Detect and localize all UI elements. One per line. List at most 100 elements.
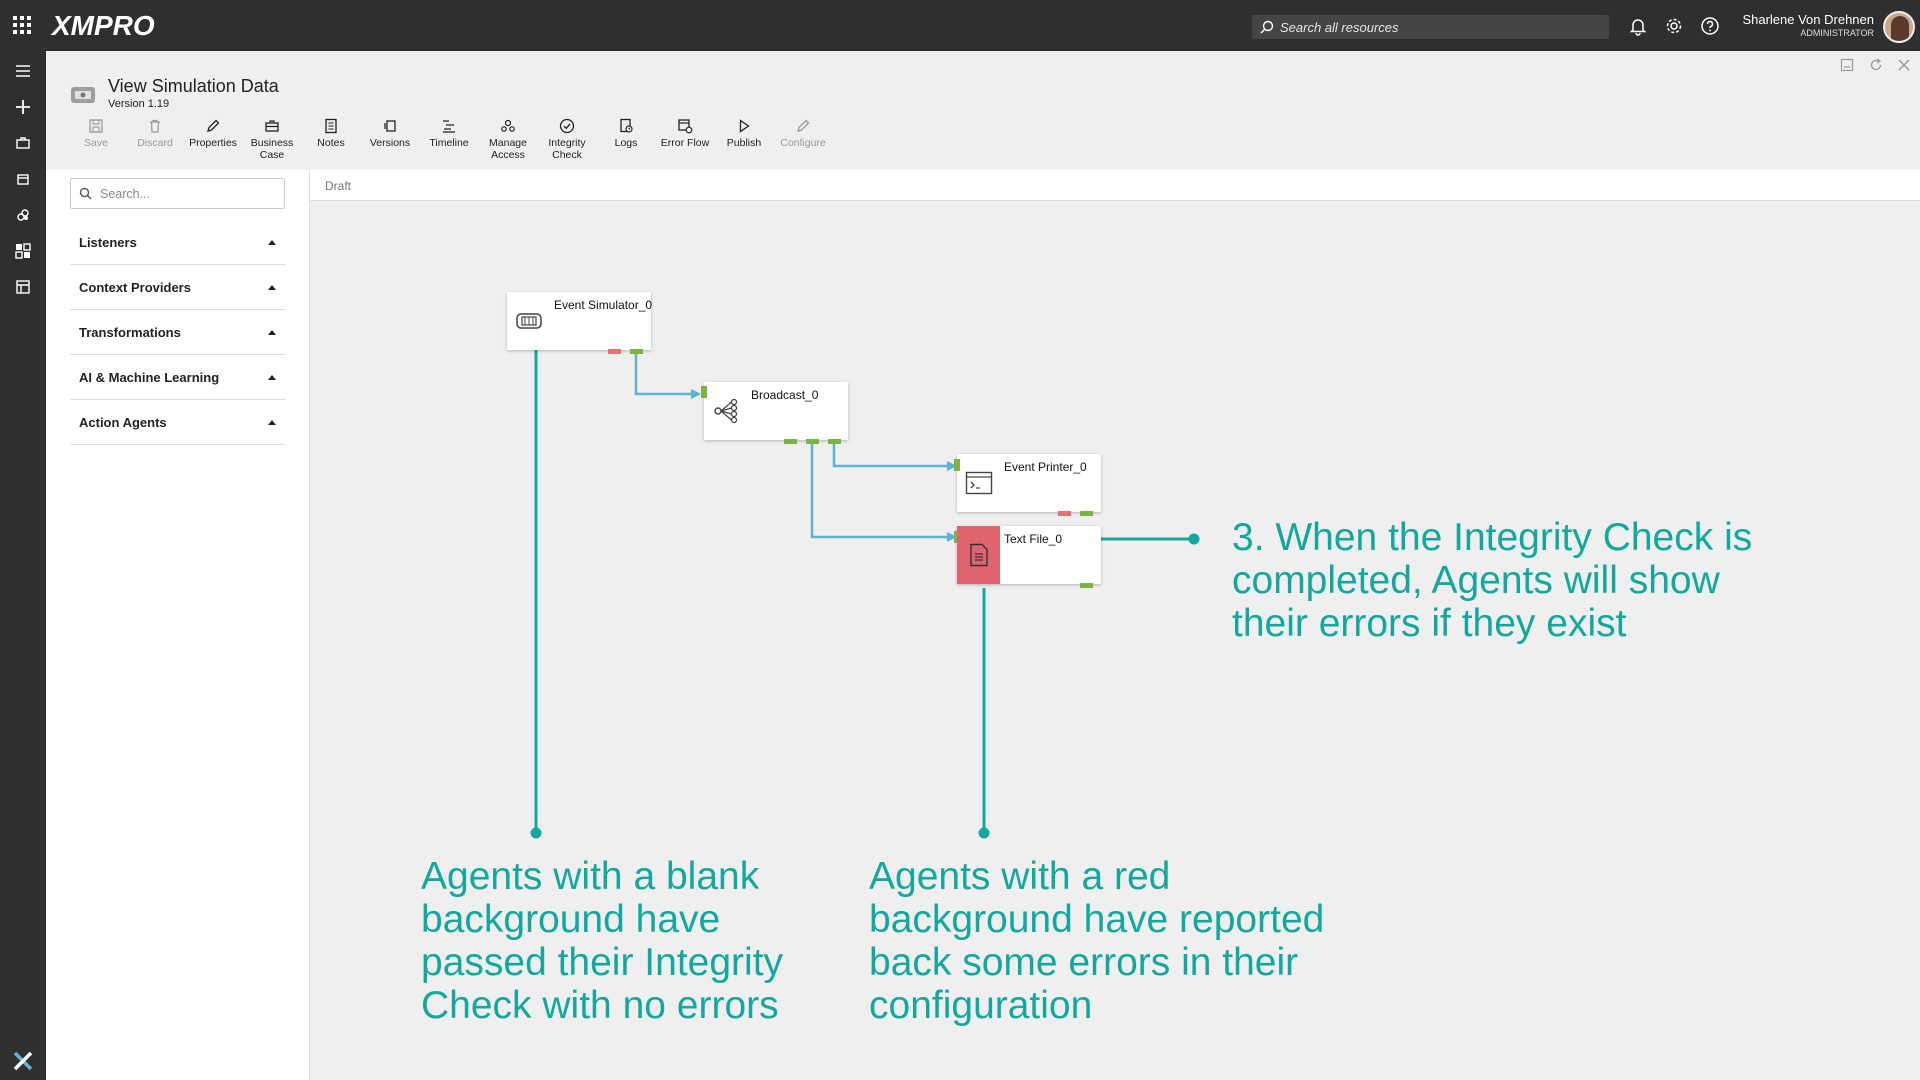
search-icon <box>1260 20 1274 34</box>
caret-up-icon <box>268 284 276 290</box>
agent-event-printer[interactable]: Event Printer_0 <box>954 454 1101 516</box>
integrity-check-button[interactable]: Integrity Check <box>537 118 597 161</box>
agent-toolbox-panel: Listeners Context Providers Transformati… <box>46 170 309 1080</box>
error-output-port[interactable] <box>1058 511 1071 516</box>
agent-icon-box-error <box>957 526 1000 584</box>
console-icon <box>965 471 992 495</box>
close-icon[interactable] <box>1897 58 1911 72</box>
error-flow-button[interactable]: Error Flow <box>655 118 715 149</box>
minimize-icon[interactable] <box>1840 58 1854 72</box>
output-port[interactable] <box>1080 583 1093 588</box>
global-search[interactable] <box>1252 15 1609 39</box>
category-label: Listeners <box>79 234 137 250</box>
category-ai-machine-learning[interactable]: AI & Machine Learning <box>70 355 285 400</box>
briefcase-icon[interactable] <box>13 133 33 153</box>
left-nav <box>0 51 46 1080</box>
manage-access-label-2: Access <box>491 149 525 161</box>
briefcase-icon <box>265 120 279 132</box>
save-button[interactable]: Save <box>66 118 126 149</box>
page-title: View Simulation Data <box>108 76 279 96</box>
agent-icon-box <box>957 454 1000 512</box>
draft-status: Draft <box>325 179 352 193</box>
help-icon[interactable] <box>1700 16 1720 36</box>
notes-icon <box>325 118 337 134</box>
agent-label: Text File_0 <box>1004 532 1063 546</box>
category-listeners[interactable]: Listeners <box>70 220 285 265</box>
error-flow-icon <box>678 119 693 134</box>
timeline-button[interactable]: Timeline <box>419 118 479 149</box>
caret-up-icon <box>268 419 276 425</box>
data-stream-icon <box>71 87 95 103</box>
error-output-port[interactable] <box>608 349 621 354</box>
plus-icon[interactable] <box>13 97 33 117</box>
agent-text-file[interactable]: Text File_0 <box>954 526 1101 588</box>
pencil-icon <box>797 119 810 132</box>
recipes-icon[interactable] <box>13 205 33 225</box>
configure-label: Configure <box>780 137 826 149</box>
versions-icon <box>384 120 396 132</box>
hamburger-menu-icon[interactable] <box>13 61 33 81</box>
xmpro-logo[interactable]: XMPRO <box>52 10 155 42</box>
notes-button[interactable]: Notes <box>301 118 361 149</box>
output-port[interactable] <box>630 349 643 354</box>
gear-icon[interactable] <box>1664 16 1684 36</box>
toolbox-search-input[interactable] <box>100 186 280 201</box>
check-circle-icon <box>559 118 575 134</box>
dashboard-icon[interactable] <box>13 241 33 261</box>
category-label: Transformations <box>79 324 181 340</box>
refresh-icon[interactable] <box>1869 58 1883 72</box>
avatar[interactable] <box>1883 11 1915 43</box>
caret-up-icon <box>268 329 276 335</box>
bell-icon[interactable] <box>1628 16 1648 36</box>
versions-label: Versions <box>369 137 411 149</box>
top-bar: XMPRO Sharlene Von Drehnen ADMINISTRATOR <box>0 0 1920 51</box>
user-name[interactable]: Sharlene Von Drehnen <box>1742 12 1874 27</box>
configure-button[interactable]: Configure <box>773 118 833 149</box>
publish-button[interactable]: Publish <box>714 118 774 149</box>
global-search-input[interactable] <box>1280 19 1600 35</box>
timeline-icon <box>443 120 455 133</box>
toolbox-search[interactable] <box>70 178 285 209</box>
app-designer-icon[interactable] <box>13 277 33 297</box>
agent-broadcast[interactable]: Broadcast_0 <box>701 382 848 444</box>
logs-label: Logs <box>614 137 638 149</box>
agent-label: Event Printer_0 <box>1004 460 1087 474</box>
output-port[interactable] <box>806 439 819 444</box>
annotation-blank-background: Agents with a blank background have pass… <box>421 855 784 1027</box>
agent-label: Event Simulator_0 <box>554 298 653 312</box>
category-transformations[interactable]: Transformations <box>70 310 285 355</box>
discard-button[interactable]: Discard <box>125 118 185 149</box>
business-case-button[interactable]: Business Case <box>242 118 302 161</box>
manage-access-icon <box>501 119 515 132</box>
output-port[interactable] <box>828 439 841 444</box>
play-icon <box>739 119 750 133</box>
logs-button[interactable]: Logs <box>596 118 656 149</box>
business-case-label-2: Case <box>259 149 285 161</box>
calendar-icon[interactable] <box>13 169 33 189</box>
integrity-check-label-1: Integrity <box>548 137 586 149</box>
broadcast-icon <box>713 398 737 424</box>
caret-up-icon <box>268 239 276 245</box>
user-role: ADMINISTRATOR <box>1800 28 1874 38</box>
category-action-agents[interactable]: Action Agents <box>70 400 285 445</box>
text-file-icon <box>969 543 988 567</box>
agent-event-simulator[interactable]: Event Simulator_0 <box>507 292 653 354</box>
pencil-icon <box>207 119 220 132</box>
integrity-check-label-2: Check <box>552 149 582 161</box>
output-port[interactable] <box>1080 511 1093 516</box>
category-label: Context Providers <box>79 279 191 295</box>
annotation-integrity-check: 3. When the Integrity Check is completed… <box>1232 516 1753 645</box>
versions-button[interactable]: Versions <box>360 118 420 149</box>
search-icon <box>79 187 92 200</box>
save-icon <box>89 119 103 133</box>
output-port[interactable] <box>784 439 797 444</box>
caret-up-icon <box>268 374 276 380</box>
agent-label: Broadcast_0 <box>751 388 819 402</box>
manage-access-button[interactable]: Manage Access <box>478 118 538 161</box>
notes-label: Notes <box>317 137 345 149</box>
category-context-providers[interactable]: Context Providers <box>70 265 285 310</box>
properties-button[interactable]: Properties <box>183 118 243 149</box>
canvas-status-bar: Draft <box>309 170 1920 201</box>
xmpro-x-logo-icon <box>13 1051 33 1071</box>
apps-grid-icon[interactable] <box>13 16 31 34</box>
